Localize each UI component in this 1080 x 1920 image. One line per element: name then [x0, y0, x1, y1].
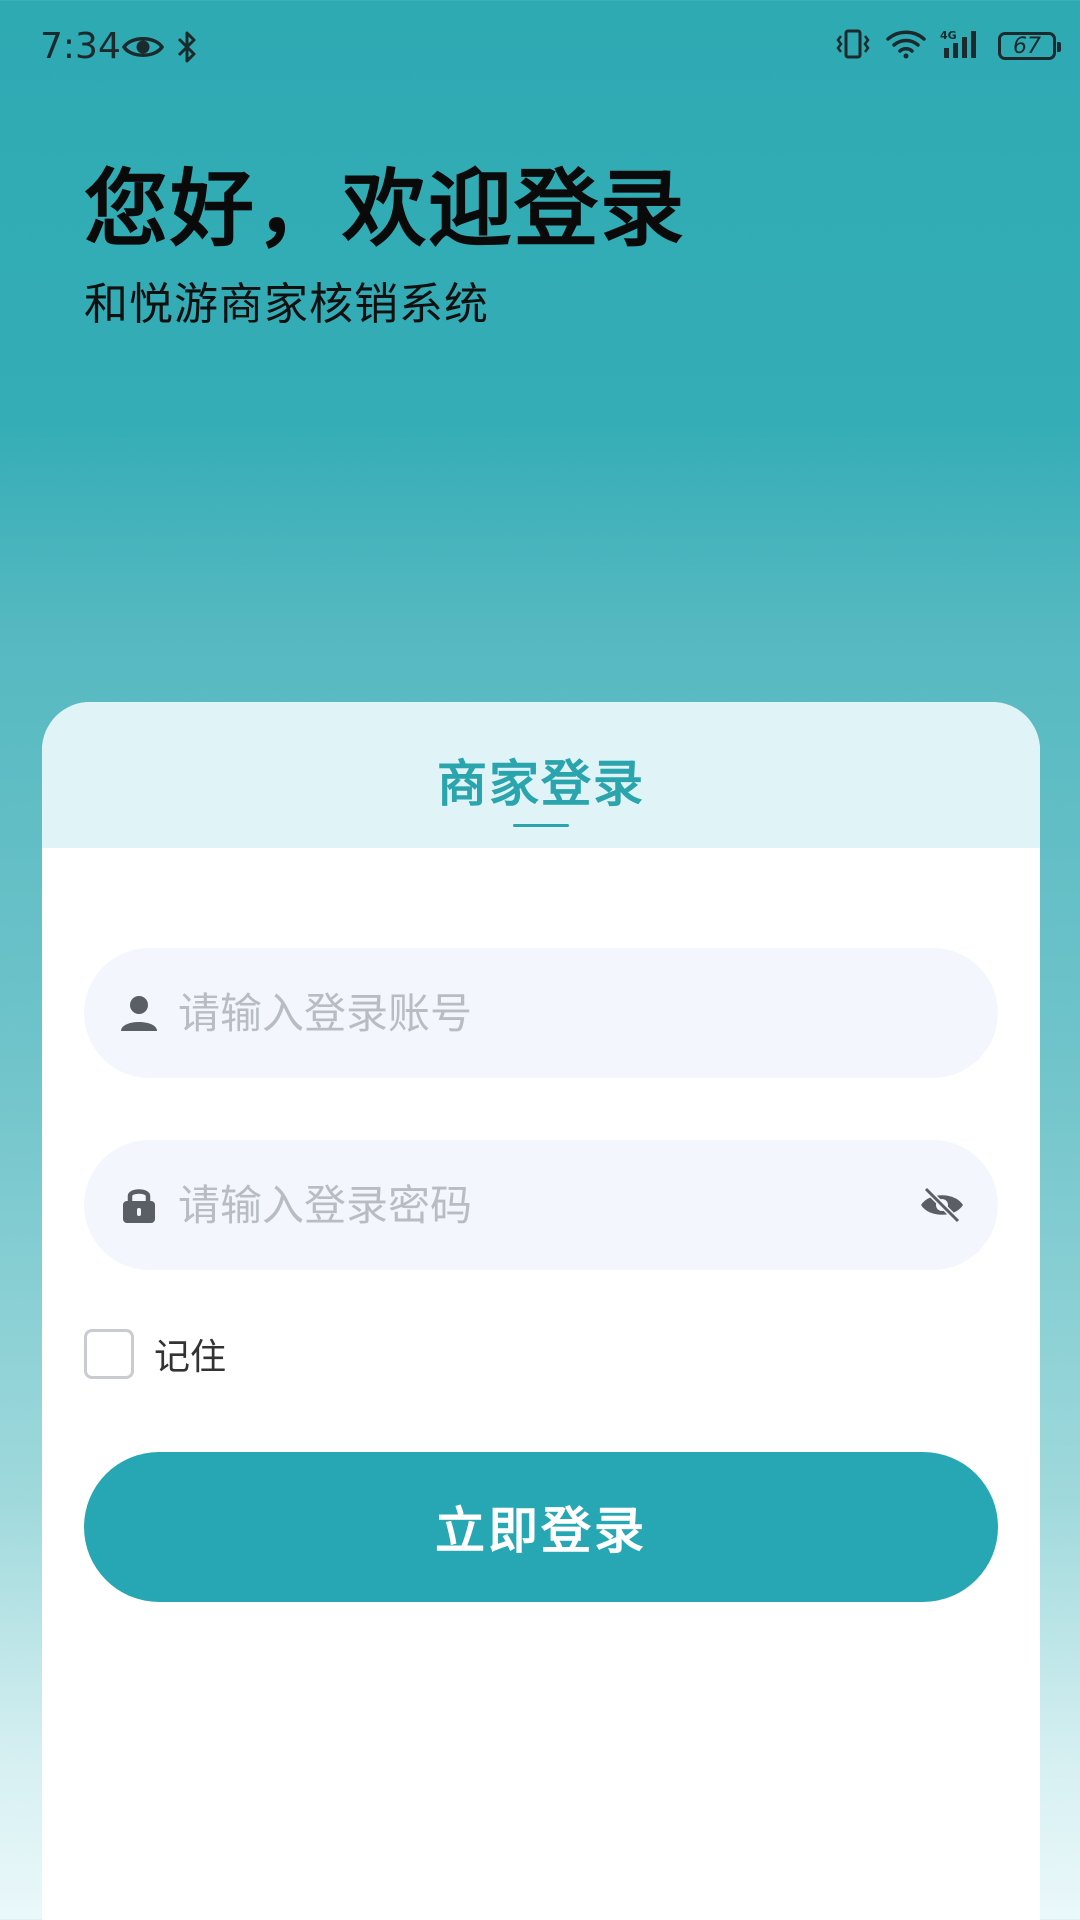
eye-icon: [121, 32, 165, 66]
status-time: 7:34: [40, 26, 121, 67]
user-icon: [118, 992, 160, 1034]
welcome-subtitle: 和悦游商家核销系统: [84, 279, 489, 330]
remember-row[interactable]: 记住: [84, 1328, 226, 1380]
bluetooth-icon: [176, 30, 198, 68]
account-input[interactable]: [178, 983, 968, 1043]
battery-level: 67: [1013, 33, 1041, 59]
battery-icon: 67: [998, 32, 1061, 60]
password-input-row[interactable]: [84, 1140, 998, 1270]
status-left-icons: [121, 30, 198, 68]
card-title: 商家登录: [437, 755, 645, 813]
lock-icon: [118, 1184, 160, 1226]
password-input[interactable]: [178, 1175, 916, 1235]
vibrate-icon: [834, 28, 872, 64]
login-button[interactable]: 立即登录: [84, 1452, 998, 1602]
status-right-icons: 4G 67: [834, 28, 1061, 64]
status-bar: 7:34 4G 67: [0, 0, 1080, 100]
wifi-icon: [886, 29, 926, 63]
account-input-row[interactable]: [84, 948, 998, 1078]
remember-label: 记住: [154, 1337, 227, 1378]
eye-off-icon[interactable]: [916, 1179, 968, 1231]
welcome-title: 您好，欢迎登录: [84, 160, 687, 258]
remember-checkbox[interactable]: [84, 1329, 134, 1379]
card-header: 商家登录: [42, 702, 1040, 848]
signal-4g-icon: 4G: [940, 28, 984, 64]
svg-text:4G: 4G: [940, 29, 957, 42]
login-card: 商家登录 请输入登录账号 记住 立即登录: [42, 702, 1040, 1920]
card-title-underline: [513, 824, 569, 827]
